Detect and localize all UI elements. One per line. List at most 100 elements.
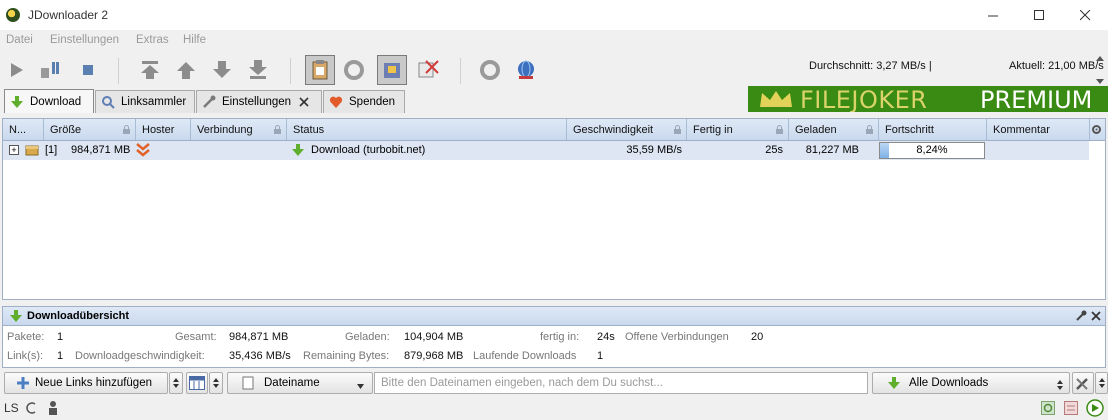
column-header-speed[interactable]: Geschwindigkeit [567,119,687,140]
overview-title: Downloadübersicht [27,310,130,322]
column-header-loaded[interactable]: Geladen [789,119,879,140]
filejoker-premium-banner[interactable]: FILEJOKER PREMIUM [748,86,1108,112]
up-down-arrow-icon [173,378,179,388]
move-up-icon[interactable] [174,58,198,82]
status-bar: LS [0,398,1108,419]
stop-icon[interactable] [76,58,100,82]
expand-toggle[interactable]: + [9,145,19,155]
close-overview-icon[interactable] [1091,311,1101,324]
reconnect-icon[interactable] [342,58,366,82]
go-next-icon[interactable] [1086,399,1104,420]
download-status-icon [291,143,305,160]
up-down-arrow-icon [1098,378,1105,388]
filter-select[interactable]: Alle Downloads [872,372,1070,394]
tab-download-label: Download [30,95,82,108]
download-arrow-icon [9,94,25,110]
jdownloader-app-icon [6,8,20,22]
start-icon[interactable] [4,58,28,82]
banner-filejoker-text: FILEJOKER [800,86,928,112]
tab-linksammler[interactable]: Linksammler [95,90,195,113]
move-top-icon[interactable] [138,58,162,82]
menu-einstellungen[interactable]: Einstellungen [50,34,119,46]
quick-settings-button[interactable] [1072,372,1094,394]
globe-icon[interactable] [514,58,538,82]
loaded-total-value: 104,904 MB [404,331,464,343]
add-links-button[interactable]: Neue Links hinzufügen [4,372,168,394]
menu-extras[interactable]: Extras [136,34,169,46]
column-header-comment[interactable]: Kommentar [987,119,1090,140]
column-header-size[interactable]: Größe [44,119,136,140]
total-label: Gesamt: [175,331,217,343]
running-downloads-label: Laufende Downloads [473,350,577,362]
links-label: Link(s): [7,350,44,362]
quick-settings-dropdown[interactable] [1095,372,1108,394]
chevron-down-icon [357,380,364,392]
tab-download[interactable]: Download [4,89,94,113]
silent-mode-icon[interactable] [416,58,440,82]
toolbar-separator [460,58,461,84]
clipboard-monitor-icon[interactable] [305,55,335,85]
column-header-progress[interactable]: Fortschritt [879,119,987,140]
open-connections-value: 20 [751,331,764,343]
lock-icon [674,125,681,134]
column-settings-icon[interactable] [1091,124,1102,138]
download-arrow-icon [887,376,901,390]
eta-label: fertig in: [540,331,580,343]
lock-icon [866,125,873,134]
grid-status-icon[interactable] [1064,401,1078,418]
close-tab-icon[interactable] [299,97,309,107]
crown-icon [758,89,794,112]
close-button[interactable] [1062,0,1108,30]
move-down-icon[interactable] [210,58,234,82]
plus-icon [17,377,29,389]
column-header-speed-label: Geschwindigkeit [573,123,654,136]
add-links-label: Neue Links hinzufügen [35,377,152,389]
table-header: N... Größe Hoster Verbindung Status Gesc… [3,119,1105,141]
reconnect-status-icon[interactable] [26,401,38,418]
search-input[interactable]: Bitte den Dateinamen eingeben, nach dem … [374,372,868,394]
total-value: 984,871 MB [229,331,289,343]
current-speed: Aktuell: 21,00 MB/s [1009,60,1104,72]
move-bottom-icon[interactable] [246,58,270,82]
open-connections-label: Offene Verbindungen [625,331,729,343]
update-icon[interactable] [478,58,502,82]
lock-icon [123,125,130,134]
premium-toggle-icon[interactable] [377,55,407,85]
minimize-button[interactable] [970,0,1016,30]
status-ls[interactable]: LS [4,401,19,415]
table-view-dropdown[interactable] [209,372,223,394]
menu-hilfe[interactable]: Hilfe [183,34,206,46]
toolbar-separator [118,58,119,84]
toolbar-overflow-button[interactable] [1094,56,1108,84]
tab-einstellungen[interactable]: Einstellungen [196,90,322,113]
download-table: N... Größe Hoster Verbindung Status Gesc… [2,118,1106,300]
wrench-icon[interactable] [1075,310,1087,325]
up-down-arrow-icon [213,378,219,388]
column-header-eta[interactable]: Fertig in [687,119,789,140]
download-overview-panel: Downloadübersicht Pakete: 1 Gesamt: 984,… [2,306,1106,368]
search-field-label: Dateiname [264,377,320,389]
document-icon [242,376,254,390]
user-status-icon[interactable] [46,400,60,419]
column-header-name[interactable]: N... [3,119,44,140]
pause-icon[interactable] [38,58,62,82]
column-header-status[interactable]: Status [287,119,567,140]
add-links-dropdown[interactable] [169,372,183,394]
progress-bar: 8,24% [879,142,985,159]
bottom-bar: Neue Links hinzufügen Dateiname Bitte de… [0,371,1108,397]
toolbar-separator [290,58,291,84]
tools-icon [1076,378,1088,390]
search-field-select[interactable]: Dateiname [227,372,373,394]
column-header-connection[interactable]: Verbindung [191,119,287,140]
table-row[interactable]: + [1] 984,871 MB Download (turbobit.net)… [3,141,1089,160]
maximize-button[interactable] [1016,0,1062,30]
menu-datei[interactable]: Datei [6,34,33,46]
refresh-status-icon[interactable] [1041,401,1055,418]
tab-spenden[interactable]: Spenden [323,90,405,113]
package-icon [25,144,39,159]
table-view-button[interactable] [186,372,208,394]
download-speed-label: Downloadgeschwindigkeit: [75,350,205,362]
column-header-hoster[interactable]: Hoster [136,119,191,140]
up-down-arrow-icon [1057,379,1063,394]
turbobit-hoster-icon [136,143,150,162]
